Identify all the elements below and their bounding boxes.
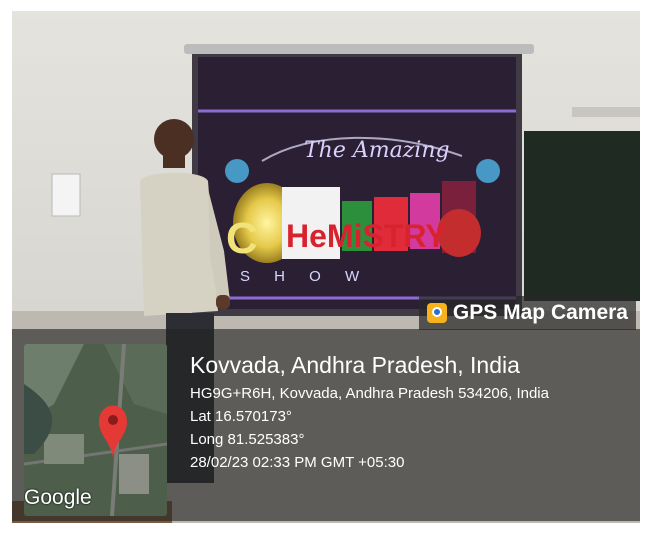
address-line: HG9G+R6H, Kovvada, Andhra Pradesh 534206… — [190, 385, 549, 402]
app-name: GPS Map Camera — [452, 301, 628, 324]
slide-subtitle: S H O W — [240, 268, 369, 285]
longitude-line: Long 81.525383° — [190, 431, 305, 448]
geotag-overlay: Google Kovvada, Andhra Pradesh, India HG… — [12, 329, 640, 521]
satellite-minimap: Google — [24, 344, 167, 516]
location-title: Kovvada, Andhra Pradesh, India — [190, 352, 520, 378]
slide-word-prefix: C — [226, 214, 258, 263]
google-attribution: Google — [24, 486, 92, 509]
slide-top-script: The Amazing — [304, 138, 450, 163]
photo: The Amazing C HeMiSTRY S H O W GPS Map C… — [12, 11, 640, 523]
gps-map-camera-icon — [426, 303, 447, 323]
gps-map-camera-tag: GPS Map Camera — [418, 296, 636, 330]
datetime-line: 28/02/23 02:33 PM GMT +05:30 — [190, 454, 405, 471]
latitude-line: Lat 16.570173° — [190, 408, 292, 425]
location-info: Kovvada, Andhra Pradesh, India HG9G+R6H,… — [190, 351, 549, 474]
slide-word-main: HeMiSTRY — [286, 218, 447, 254]
